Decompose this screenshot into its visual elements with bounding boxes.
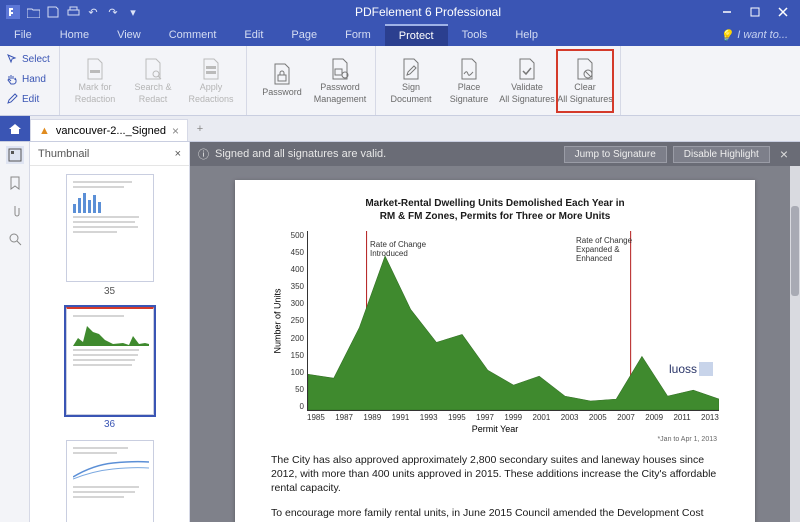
lightbulb-icon: 💡: [720, 29, 734, 42]
qat-dropdown-icon[interactable]: ▾: [124, 3, 142, 21]
save-icon[interactable]: [44, 3, 62, 21]
chart-annotation-1: Rate of ChangeIntroduced: [370, 241, 426, 259]
workspace: Thumbnail × 35 36: [0, 142, 800, 522]
document-tab-label: vancouver-2..._Signed: [56, 125, 166, 137]
page-content: Market-Rental Dwelling Units Demolished …: [235, 180, 755, 522]
lock-gear-icon: [329, 57, 351, 81]
clear-all-signatures-button[interactable]: ClearAll Signatures: [556, 49, 614, 113]
apply-redactions-button[interactable]: ApplyRedactions: [182, 49, 240, 113]
redo-icon[interactable]: ↷: [104, 3, 122, 21]
thumbnail-panel-header: Thumbnail ×: [30, 142, 189, 166]
ribbon-group-password: Password PasswordManagement: [247, 46, 376, 115]
menu-protect[interactable]: Protect: [385, 24, 448, 46]
thumbnail-page-36[interactable]: 36: [66, 307, 154, 430]
menu-bar: File Home View Comment Edit Page Form Pr…: [0, 24, 800, 46]
chart-plot: Rate of ChangeIntroduced Rate of ChangeE…: [307, 231, 719, 411]
document-tabstrip: ▲ vancouver-2..._Signed × +: [0, 116, 800, 142]
search-panel-icon[interactable]: [6, 230, 24, 248]
vertical-scrollbar[interactable]: [790, 166, 800, 522]
mark-for-redaction-button[interactable]: Mark forRedaction: [66, 49, 124, 113]
sign-document-button[interactable]: SignDocument: [382, 49, 440, 113]
document-clear-icon: [574, 57, 596, 81]
title-bar: ↶ ↷ ▾ PDFelement 6 Professional: [0, 0, 800, 24]
warning-icon: ▲: [39, 125, 50, 137]
chart-xlabel: Permit Year: [271, 424, 719, 434]
thumbnail-page-37[interactable]: 37: [66, 440, 154, 522]
undo-icon[interactable]: ↶: [84, 3, 102, 21]
chart-yaxis: 500450400350300250200150100500: [285, 231, 307, 411]
new-tab-button[interactable]: +: [188, 116, 212, 141]
disable-highlight-button[interactable]: Disable Highlight: [673, 146, 770, 163]
jump-to-signature-button[interactable]: Jump to Signature: [564, 146, 667, 163]
window-controls: [714, 3, 796, 21]
document-tab[interactable]: ▲ vancouver-2..._Signed ×: [30, 119, 188, 141]
menu-tools[interactable]: Tools: [448, 24, 502, 46]
close-tab-icon[interactable]: ×: [172, 124, 179, 138]
page-viewport[interactable]: Market-Rental Dwelling Units Demolished …: [190, 166, 800, 522]
document-apply-icon: [200, 57, 222, 81]
ribbon-group-signatures: SignDocument PlaceSignature ValidateAll …: [376, 46, 621, 115]
home-tab[interactable]: [0, 116, 30, 141]
open-icon[interactable]: [24, 3, 42, 21]
password-button[interactable]: Password: [253, 49, 311, 113]
document-icon: [84, 57, 106, 81]
scrollbar-thumb[interactable]: [791, 206, 799, 296]
menu-view[interactable]: View: [103, 24, 155, 46]
close-sigbar-icon[interactable]: ×: [776, 146, 792, 162]
signature-icon: [458, 57, 480, 81]
quick-access-toolbar: ↶ ↷ ▾: [4, 3, 142, 21]
document-pen-icon: [400, 57, 422, 81]
minimize-button[interactable]: [714, 3, 740, 21]
select-tool[interactable]: Select: [6, 50, 53, 68]
menu-comment[interactable]: Comment: [155, 24, 231, 46]
edit-tool[interactable]: Edit: [6, 90, 53, 108]
validate-signatures-button[interactable]: ValidateAll Signatures: [498, 49, 556, 113]
password-management-button[interactable]: PasswordManagement: [311, 49, 369, 113]
search-redact-button[interactable]: Search &Redact: [124, 49, 182, 113]
body-paragraph-2: To encourage more family rental units, i…: [271, 506, 719, 522]
menu-edit[interactable]: Edit: [230, 24, 277, 46]
thumbnail-list[interactable]: 35 36 37: [30, 166, 189, 522]
chart-footnote: *Jan to Apr 1, 2013: [271, 436, 717, 443]
attachments-panel-icon[interactable]: [6, 202, 24, 220]
signature-status-bar: ⓘ Signed and all signatures are valid. J…: [190, 142, 800, 166]
menu-page[interactable]: Page: [277, 24, 331, 46]
body-paragraph-1: The City has also approved approximately…: [271, 453, 719, 496]
menu-home[interactable]: Home: [46, 24, 103, 46]
place-signature-button[interactable]: PlaceSignature: [440, 49, 498, 113]
chart-ylabel: Number of Units: [273, 288, 283, 353]
chart-title: Market-Rental Dwelling Units Demolished …: [271, 198, 719, 223]
thumbnail-panel-title: Thumbnail: [38, 148, 89, 160]
menu-file[interactable]: File: [0, 24, 46, 46]
maximize-button[interactable]: [742, 3, 768, 21]
chart-logo: luoss: [669, 362, 713, 376]
document-check-icon: [516, 57, 538, 81]
menu-help[interactable]: Help: [501, 24, 552, 46]
info-icon: ⓘ: [198, 146, 209, 162]
hand-tool[interactable]: Hand: [6, 70, 53, 88]
print-icon[interactable]: [64, 3, 82, 21]
tell-me-search[interactable]: 💡I want to...: [708, 29, 800, 42]
ribbon-quick-tools: Select Hand Edit: [0, 46, 60, 115]
ribbon-group-redaction: Mark forRedaction Search &Redact ApplyRe…: [60, 46, 247, 115]
app-title: PDFelement 6 Professional: [142, 5, 714, 19]
chart: Number of Units 500450400350300250200150…: [271, 231, 719, 411]
menu-form[interactable]: Form: [331, 24, 385, 46]
chart-annotation-2: Rate of ChangeExpanded &Enhanced: [576, 237, 636, 263]
close-button[interactable]: [770, 3, 796, 21]
thumbnails-panel-icon[interactable]: [6, 146, 24, 164]
document-area: ⓘ Signed and all signatures are valid. J…: [190, 142, 800, 522]
lock-icon: [271, 62, 293, 86]
app-logo-icon: [4, 3, 22, 21]
ribbon: Select Hand Edit Mark forRedaction Searc…: [0, 46, 800, 116]
bookmarks-panel-icon[interactable]: [6, 174, 24, 192]
thumbnail-panel: Thumbnail × 35 36: [30, 142, 190, 522]
side-panel-strip: [0, 142, 30, 522]
thumbnail-page-35[interactable]: 35: [66, 174, 154, 297]
close-panel-icon[interactable]: ×: [175, 148, 181, 160]
signature-status-message: Signed and all signatures are valid.: [215, 148, 386, 160]
chart-xaxis: 1985198719891991199319951997199920012003…: [307, 413, 719, 422]
document-search-icon: [142, 57, 164, 81]
